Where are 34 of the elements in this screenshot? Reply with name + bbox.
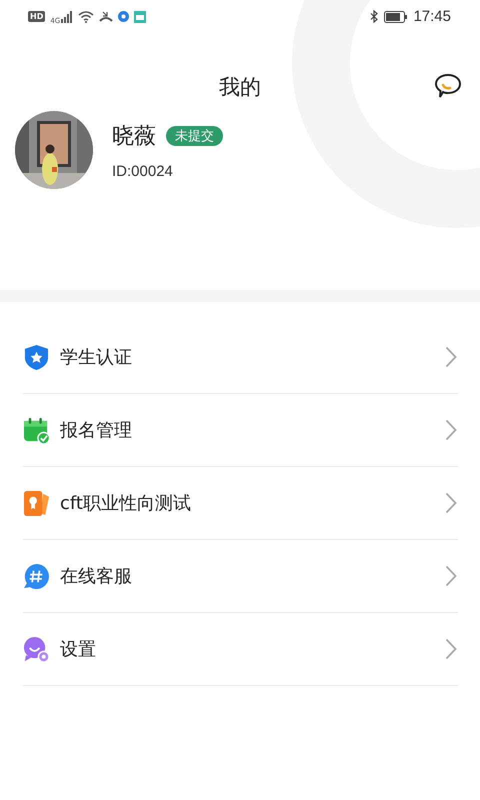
user-id: ID:00024 xyxy=(112,162,174,180)
chevron-right-icon xyxy=(445,565,457,587)
chevron-right-icon xyxy=(445,492,457,514)
message-icon[interactable] xyxy=(434,73,462,99)
menu-label: 报名管理 xyxy=(60,419,133,442)
smile-gear-icon xyxy=(23,636,50,662)
chevron-right-icon xyxy=(445,419,457,441)
menu-label: 设置 xyxy=(60,638,97,661)
app-icon xyxy=(134,10,146,22)
missed-call-icon xyxy=(99,10,114,22)
signal-icon xyxy=(61,10,74,22)
status-badge: 未提交 xyxy=(166,126,223,146)
certificate-card-icon xyxy=(23,490,50,516)
chat-hash-icon xyxy=(23,562,50,590)
menu-item[interactable]: 报名管理 xyxy=(23,394,458,467)
menu-label: 在线客服 xyxy=(60,565,133,588)
bluetooth-icon xyxy=(370,10,380,23)
menu-label: 学生认证 xyxy=(60,346,133,369)
chevron-right-icon xyxy=(445,638,457,660)
shield-star-icon xyxy=(23,344,50,370)
clock-time: 17:45 xyxy=(413,8,451,25)
menu-item[interactable]: 在线客服 xyxy=(23,540,458,613)
menu-item[interactable]: 设置 xyxy=(23,613,458,686)
menu-item[interactable]: 学生认证 xyxy=(23,321,458,394)
battery-icon xyxy=(384,10,408,22)
chevron-right-icon xyxy=(445,346,457,368)
hd-indicator: HD xyxy=(28,11,46,22)
wifi-icon xyxy=(78,10,94,22)
app-icon xyxy=(118,11,130,22)
menu-item[interactable]: cft职业性向测试 xyxy=(23,467,458,540)
menu-label: cft职业性向测试 xyxy=(60,492,192,515)
calendar-check-icon xyxy=(23,416,50,444)
user-name: 晓薇 xyxy=(112,122,156,150)
page-title: 我的 xyxy=(219,74,261,101)
